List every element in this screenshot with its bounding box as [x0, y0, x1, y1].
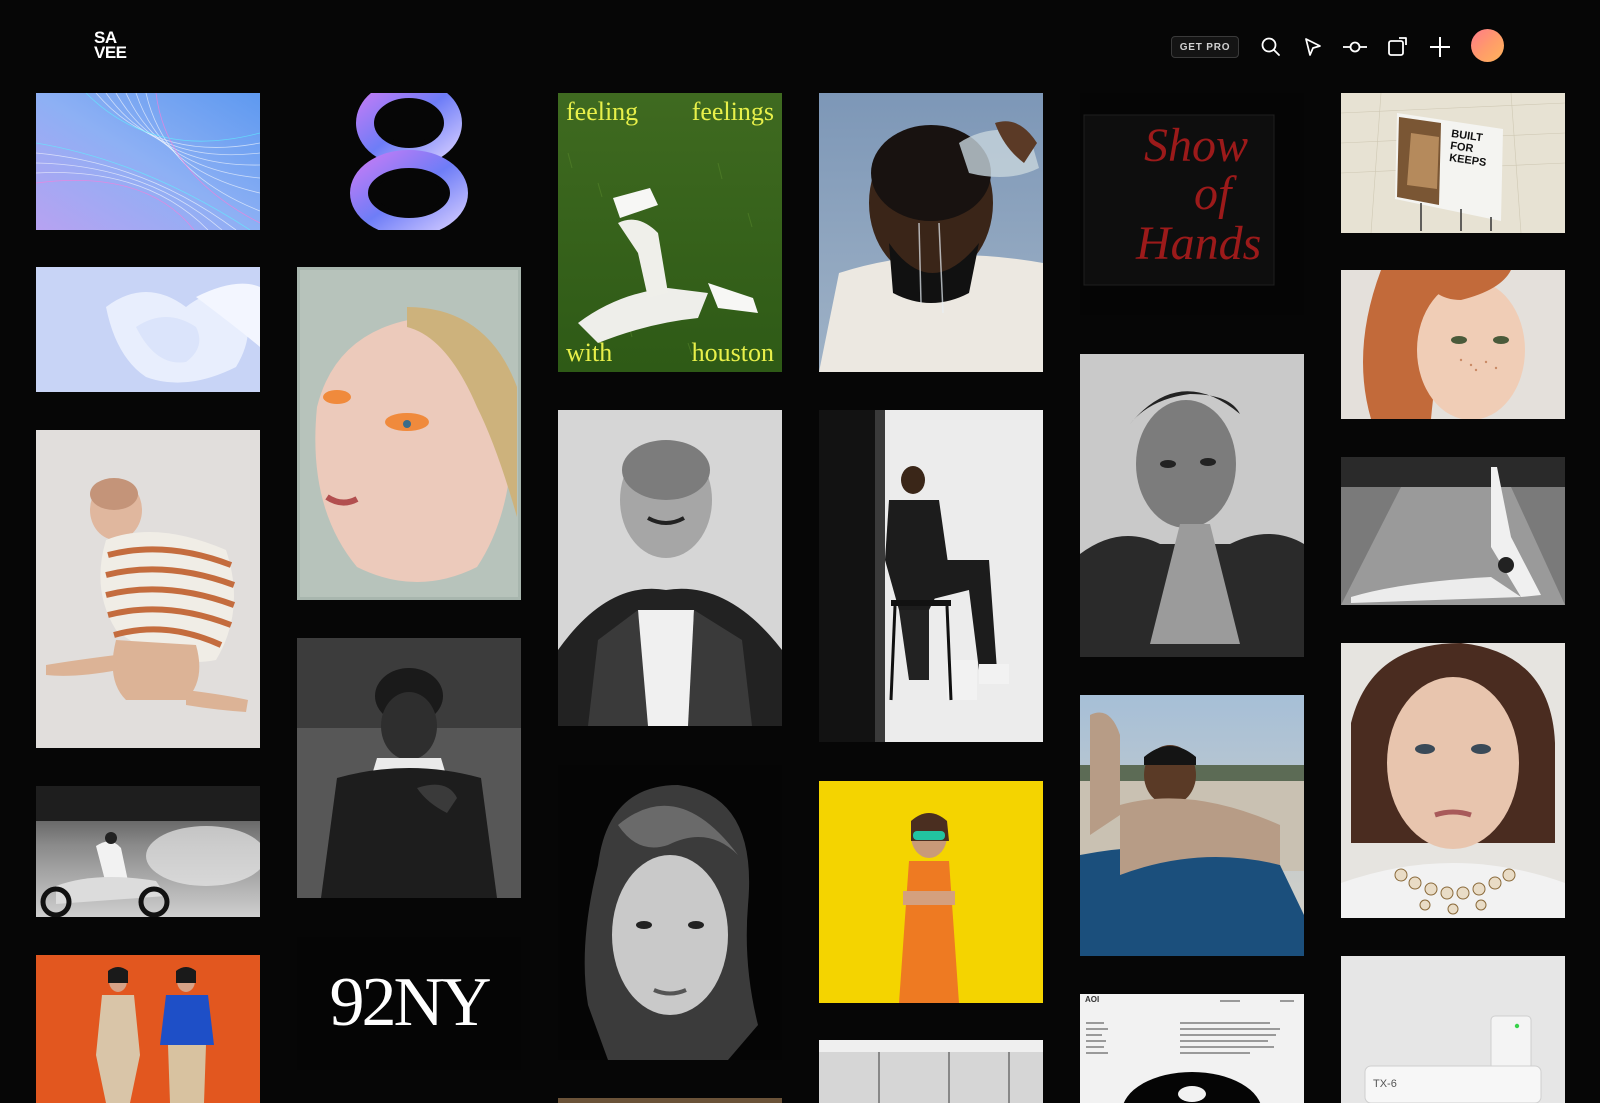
image-tile-device-tx6[interactable]: TX-6	[1341, 956, 1565, 1103]
image-tile-bw-portrait-braids[interactable]	[297, 638, 521, 898]
image-tile-car-portrait[interactable]	[1080, 695, 1304, 956]
image-tile-bw-closeup-face[interactable]	[558, 765, 782, 1060]
get-pro-button[interactable]: GET PRO	[1171, 36, 1239, 58]
poster-text-top-right: feelings	[691, 97, 774, 126]
image-tile-bw-lawn-pose[interactable]	[1341, 457, 1565, 605]
savee-logo[interactable]: SA VEE	[94, 29, 134, 62]
image-tile-white-3d-shape[interactable]	[36, 267, 260, 392]
cursor-icon[interactable]	[1300, 34, 1326, 60]
image-tile-striped-sweater-portrait[interactable]	[36, 430, 260, 748]
image-tile-freckled-portrait[interactable]	[1341, 270, 1565, 419]
image-tile-bw-hands-portrait[interactable]	[1080, 354, 1304, 657]
image-tile-motorcycle-bw[interactable]	[36, 786, 260, 917]
search-icon[interactable]	[1258, 34, 1284, 60]
image-tile-bw-smiling-portrait[interactable]	[558, 410, 782, 726]
savee-feed-page: SA VEE GET PRO 92NY feeling feelings wit…	[0, 0, 1600, 1103]
logo-line-2: VEE	[94, 43, 127, 62]
show-of-hands-line-2: of	[1194, 167, 1232, 220]
show-of-hands-line-3: Hands	[1136, 217, 1262, 270]
user-avatar[interactable]	[1471, 29, 1504, 62]
board-icon[interactable]	[1384, 34, 1410, 60]
poster-text-bottom-left: with	[566, 338, 613, 367]
image-tile-pearl-necklace-portrait[interactable]	[1341, 643, 1565, 918]
image-tile-seated-suit-portrait[interactable]	[819, 410, 1043, 742]
top-bar: SA VEE GET PRO	[0, 0, 1600, 90]
image-tile-interior[interactable]	[819, 1040, 1043, 1103]
poster-text-top-left: feeling	[566, 97, 639, 126]
show-of-hands-line-1: Show	[1144, 119, 1249, 172]
image-tile-abstract-lines[interactable]	[36, 93, 260, 230]
image-tile-orange-eyeshadow-portrait[interactable]	[297, 267, 521, 600]
image-tile-feeling-feelings-poster[interactable]: feeling feelings with houston	[558, 93, 782, 372]
image-tile-yellow-backdrop-child[interactable]	[819, 781, 1043, 1003]
image-tile-document[interactable]: AOI	[1080, 994, 1304, 1103]
image-tile-number-eight[interactable]	[297, 93, 521, 230]
image-tile-billboard[interactable]: BUILT FOR KEEPS	[1341, 93, 1565, 233]
device-label: TX-6	[1373, 1078, 1397, 1090]
poster-text-bottom-right: houston	[691, 338, 774, 367]
plus-icon[interactable]	[1427, 34, 1453, 60]
image-tile-92ny-logo[interactable]: 92NY	[297, 937, 521, 1070]
image-tile-water-pour-portrait[interactable]	[819, 93, 1043, 372]
image-tile-show-of-hands[interactable]: Show of Hands	[1080, 93, 1304, 315]
image-tile-two-models-orange[interactable]	[36, 955, 260, 1103]
document-brand: AOI	[1085, 995, 1100, 1004]
image-tile-partial[interactable]	[558, 1098, 782, 1103]
ny92-logo-text: 92NY	[329, 964, 491, 1041]
commit-icon[interactable]	[1342, 34, 1368, 60]
